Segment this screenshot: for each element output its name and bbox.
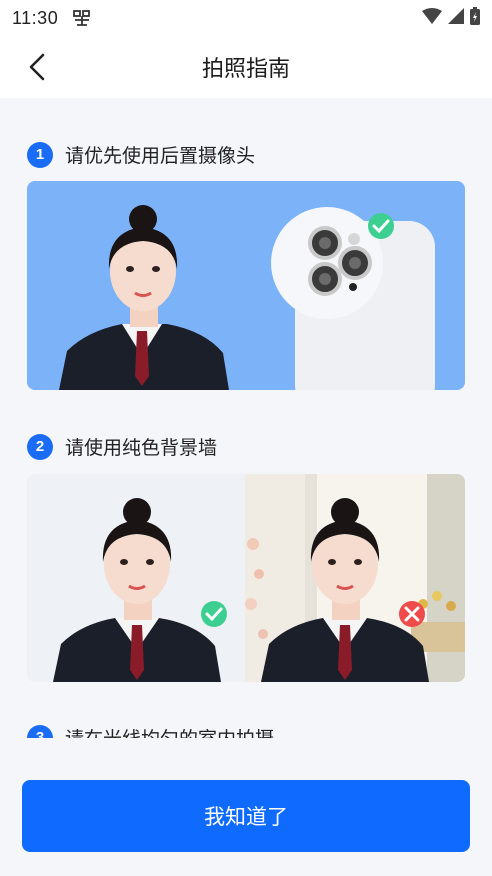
check-icon (368, 213, 394, 239)
step-label: 请优先使用后置摄像头 (65, 145, 256, 167)
step-2-heading: 2 请使用纯色背景墙 (27, 433, 217, 460)
guide-content[interactable]: 1 请优先使用后置摄像头 2 请使用纯色背景墙 3 (0, 98, 492, 738)
step-number-badge: 2 (27, 433, 53, 460)
got-it-button[interactable]: 我知道了 (22, 780, 470, 852)
cross-icon (399, 601, 425, 627)
step-1-heading: 1 请优先使用后置摄像头 (27, 141, 255, 168)
top-navigation-bar: 拍照指南 (0, 36, 492, 98)
notification-app-icon (72, 8, 92, 28)
signal-icon (448, 8, 464, 28)
step-label: 请使用纯色背景墙 (65, 437, 218, 459)
chevron-left-icon (29, 53, 45, 81)
background-comparison-illustration (27, 474, 465, 682)
page-title: 拍照指南 (201, 57, 290, 82)
check-icon (201, 601, 227, 627)
step-label: 请在光线均匀的室内拍摄 (65, 724, 274, 738)
back-button[interactable] (22, 52, 52, 82)
status-bar: 11:30 (0, 0, 492, 36)
battery-icon (470, 7, 480, 29)
step-number-badge: 3 (27, 724, 53, 738)
step-3-heading: 3 请在光线均匀的室内拍摄 (27, 724, 274, 738)
rear-camera-illustration (27, 181, 465, 390)
portrait-person-image (59, 205, 229, 390)
wifi-icon (422, 8, 442, 28)
bottom-action-area: 我知道了 (0, 738, 492, 876)
step-number-badge: 1 (27, 141, 53, 168)
phone-rear-camera-image (271, 207, 435, 390)
status-time: 11:30 (12, 7, 59, 28)
